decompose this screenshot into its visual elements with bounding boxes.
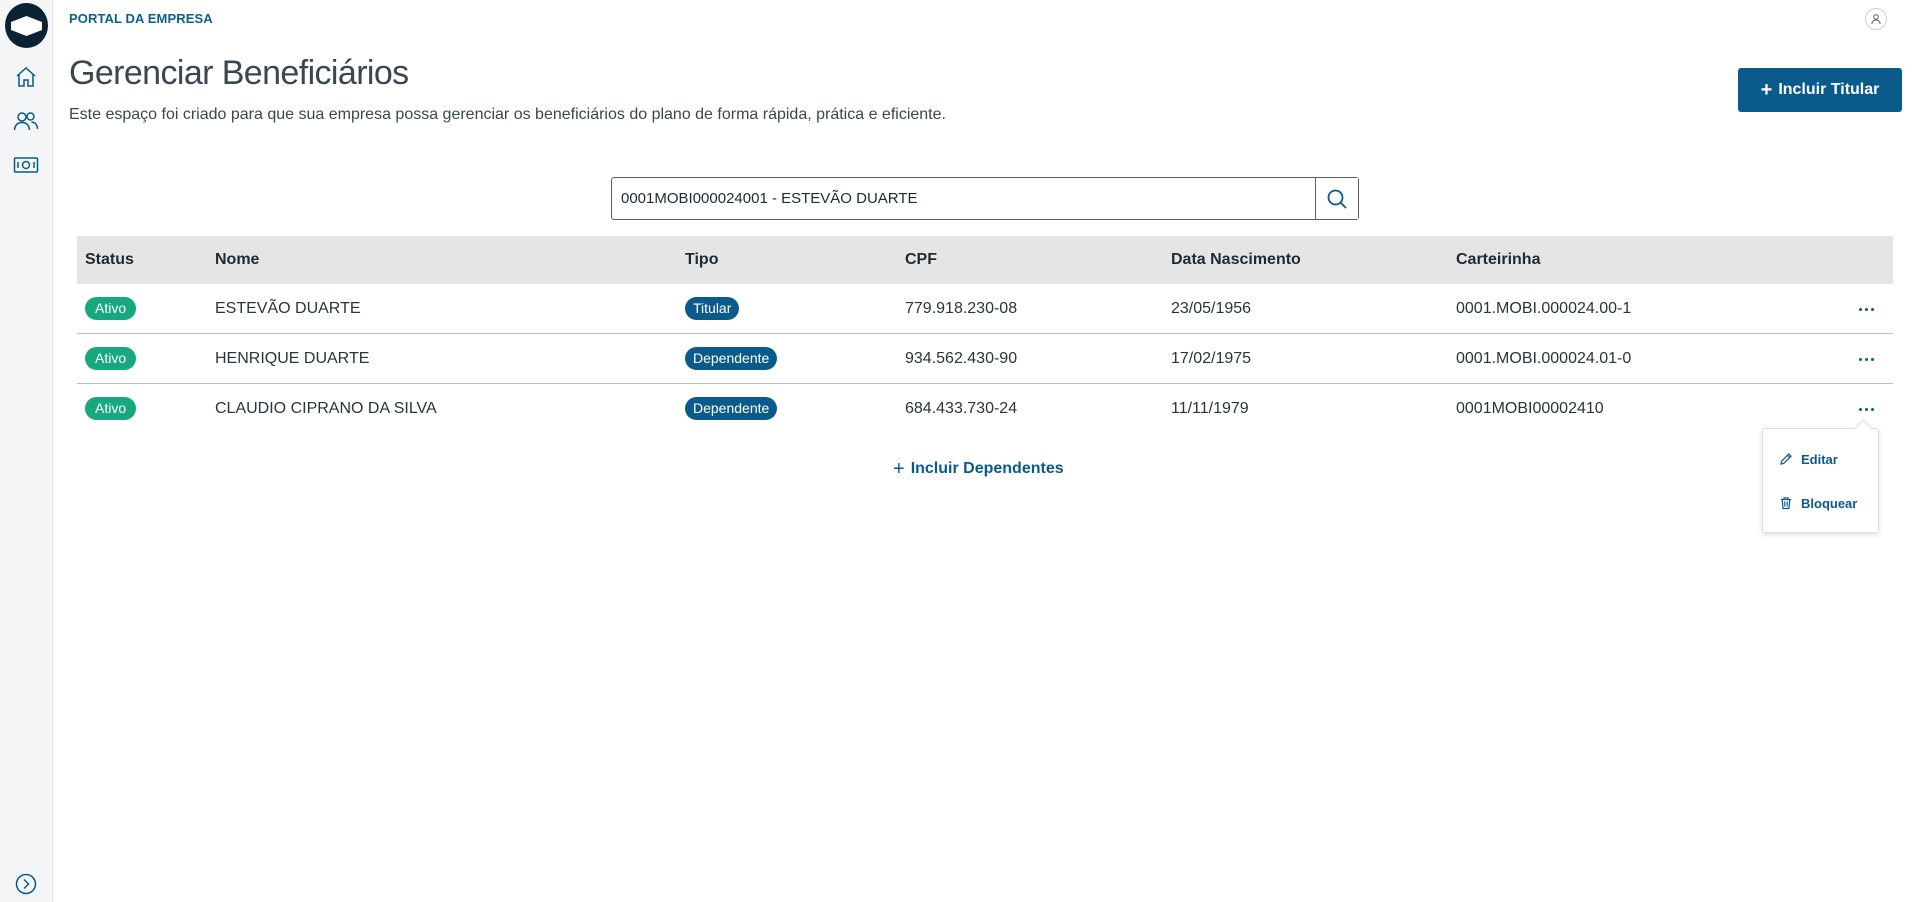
more-icon — [1858, 307, 1862, 311]
cell-carteirinha: 0001.MOBI.000024.01-0 — [1456, 350, 1632, 367]
sidebar — [0, 0, 53, 902]
beneficiaries-table: Status Nome Tipo CPF Data Nascimento Car… — [77, 236, 1893, 434]
plus-icon: + — [1760, 79, 1773, 101]
menu-item-edit-label: Editar — [1801, 451, 1838, 467]
users-icon — [13, 112, 39, 131]
row-actions-menu: Editar Bloquear — [1762, 428, 1879, 533]
cell-nome: HENRIQUE DUARTE — [215, 350, 370, 367]
status-badge: Ativo — [85, 347, 137, 371]
add-dependents-label: Incluir Dependentes — [910, 460, 1064, 477]
status-badge: Ativo — [85, 397, 137, 421]
search-icon — [1327, 189, 1347, 209]
sidebar-expand-button[interactable] — [11, 869, 41, 899]
column-header-cpf: CPF — [905, 251, 937, 268]
pencil-icon — [1780, 453, 1792, 465]
search-bar — [611, 177, 1359, 220]
cell-nome: CLAUDIO CIPRANO DA SILVA — [215, 400, 437, 417]
money-icon — [13, 157, 39, 173]
add-titular-button[interactable]: + Incluir Titular — [1738, 68, 1902, 112]
sidebar-item-financeiro[interactable] — [11, 150, 41, 180]
cell-carteirinha: 0001MOBI00002410 — [1456, 400, 1604, 417]
page-description: Este espaço foi criado para que sua empr… — [69, 106, 946, 123]
type-badge: Dependente — [685, 347, 778, 371]
status-badge: Ativo — [85, 297, 137, 321]
cell-nome: ESTEVÃO DUARTE — [215, 300, 361, 317]
sidebar-item-beneficiarios[interactable] — [11, 106, 41, 136]
cell-cpf: 684.433.730-24 — [905, 400, 1018, 417]
menu-item-block[interactable]: Bloquear — [1779, 493, 1857, 513]
column-header-status: Status — [85, 251, 134, 268]
portal-label: PORTAL DA EMPRESA — [69, 11, 213, 26]
cell-data-nascimento: 17/02/1975 — [1171, 350, 1252, 367]
home-icon — [16, 66, 36, 87]
type-badge: Dependente — [685, 397, 778, 421]
cell-data-nascimento: 23/05/1956 — [1171, 300, 1252, 317]
plus-icon: + — [893, 458, 905, 480]
cell-data-nascimento: 11/11/1979 — [1171, 400, 1249, 417]
cell-cpf: 934.562.430-90 — [905, 350, 1018, 367]
table-row: Ativo ESTEVÃO DUARTE Titular 779.918.230… — [77, 284, 1893, 334]
row-actions-button[interactable] — [1854, 334, 1878, 384]
cell-cpf: 779.918.230-08 — [905, 300, 1018, 317]
more-icon — [1858, 357, 1862, 361]
row-actions-button[interactable] — [1854, 284, 1878, 334]
table-header: Status Nome Tipo CPF Data Nascimento Car… — [77, 236, 1893, 284]
sidebar-item-home[interactable] — [11, 62, 41, 92]
add-dependents-button[interactable]: + Incluir Dependentes — [893, 457, 1064, 481]
user-menu-button[interactable] — [1865, 8, 1887, 30]
column-header-nome: Nome — [215, 251, 260, 268]
type-badge: Titular — [685, 297, 740, 321]
column-header-carteirinha: Carteirinha — [1456, 251, 1541, 268]
cell-carteirinha: 0001.MOBI.000024.00-1 — [1456, 300, 1632, 317]
more-icon — [1858, 407, 1862, 411]
column-header-tipo: Tipo — [685, 251, 719, 268]
menu-item-edit[interactable]: Editar — [1779, 449, 1838, 469]
search-button[interactable] — [1315, 178, 1358, 219]
table-row: Ativo CLAUDIO CIPRANO DA SILVA Dependent… — [77, 384, 1893, 434]
column-header-data-nascimento: Data Nascimento — [1171, 251, 1301, 268]
menu-item-block-label: Bloquear — [1801, 495, 1858, 511]
trash-icon — [1781, 497, 1791, 510]
company-logo[interactable] — [5, 3, 48, 48]
chevron-right-circle-icon — [15, 873, 37, 895]
search-input[interactable] — [612, 178, 1315, 219]
table-row: Ativo HENRIQUE DUARTE Dependente 934.562… — [77, 334, 1893, 384]
page-title: Gerenciar Beneficiários — [69, 54, 409, 92]
user-icon — [1871, 14, 1881, 25]
add-titular-label: Incluir Titular — [1778, 81, 1880, 98]
